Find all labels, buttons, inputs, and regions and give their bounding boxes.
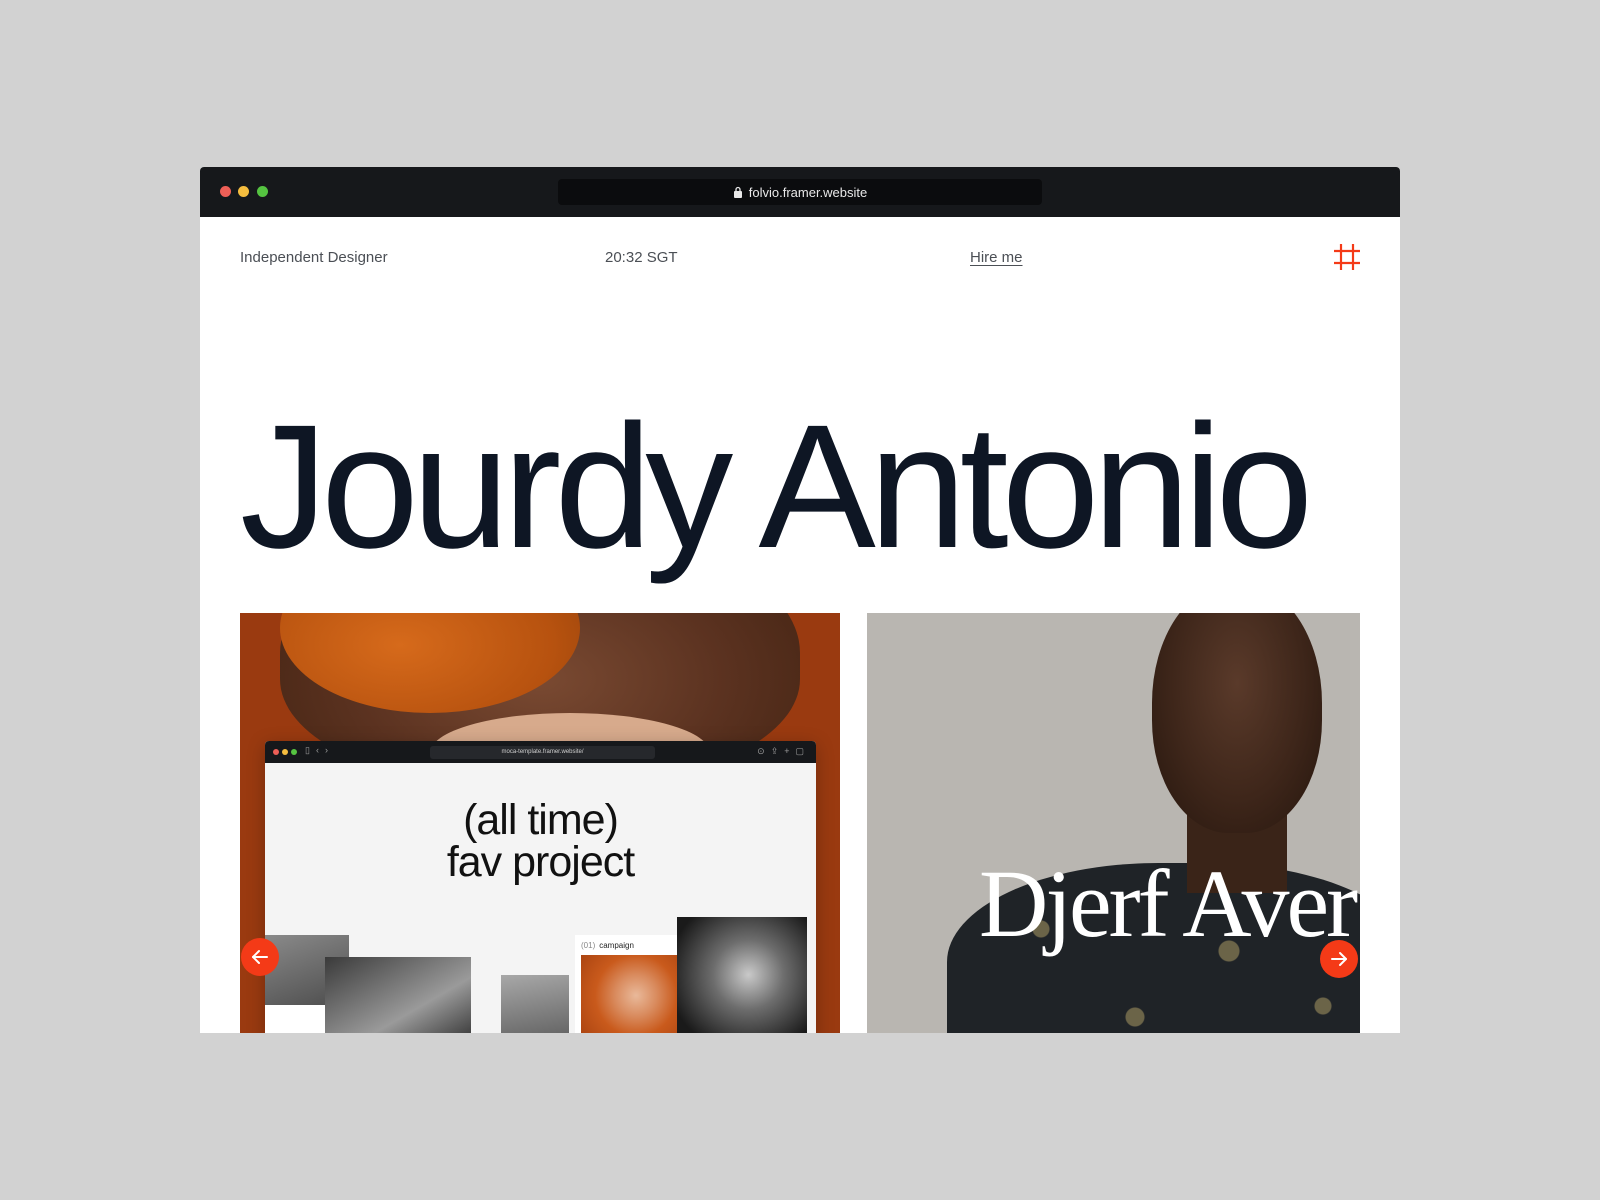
browser-chrome: folvio.framer.website [200, 167, 1400, 217]
minimize-window-button[interactable] [238, 186, 249, 197]
thumbnail-blank [265, 1005, 325, 1033]
hash-icon[interactable] [1332, 242, 1362, 272]
mockup-headline-line1: (all time) [463, 796, 619, 844]
address-bar[interactable]: folvio.framer.website [558, 179, 1042, 205]
mockup-address-bar: moca-template.framer.website/ [430, 746, 655, 759]
thumbnail-portrait-4 [677, 917, 807, 1033]
mockup-nav-icons: ▯‹› [305, 745, 334, 755]
portrait-head [1152, 613, 1322, 833]
arrow-left-glyph [252, 950, 268, 964]
mockup-toolbar-icons: ⊙⇪+▢ [757, 746, 810, 756]
maximize-window-button[interactable] [257, 186, 268, 197]
mockup-browser: ▯‹› moca-template.framer.website/ ⊙⇪+▢ (… [265, 741, 816, 1033]
mockup-headline: (all time) fav project [265, 796, 816, 886]
hire-me-link[interactable]: Hire me [970, 249, 1023, 266]
address-text: folvio.framer.website [748, 184, 868, 200]
arrow-left-icon[interactable] [241, 938, 279, 976]
project-card-moca[interactable]: ▯‹› moca-template.framer.website/ ⊙⇪+▢ (… [240, 613, 840, 1033]
thumbnail-portrait-2 [325, 957, 471, 1033]
mockup-close-dot [273, 749, 279, 755]
campaign-portrait [581, 955, 691, 1033]
local-time: 20:32 SGT [605, 249, 678, 266]
campaign-number: (01) [581, 941, 596, 950]
arrow-right-icon[interactable] [1320, 940, 1358, 978]
campaign-title: campaign [599, 941, 634, 950]
campaign-label: (01) campaign [581, 941, 634, 950]
role-label: Independent Designer [240, 249, 388, 266]
mockup-minimize-dot [282, 749, 288, 755]
mockup-headline-line2: fav project [446, 838, 635, 886]
close-window-button[interactable] [220, 186, 231, 197]
site-header: Independent Designer 20:32 SGT Hire me [200, 242, 1400, 272]
mockup-maximize-dot [291, 749, 297, 755]
arrow-right-glyph [1331, 952, 1347, 966]
brand-wordmark: Djerf Aver [979, 850, 1358, 957]
project-card-djerf-avenue[interactable]: Djerf Aver [867, 613, 1360, 1033]
browser-window: folvio.framer.website Independent Design… [200, 167, 1400, 1033]
mockup-chrome: ▯‹› moca-template.framer.website/ ⊙⇪+▢ [265, 741, 816, 763]
thumbnail-portrait-3 [501, 975, 569, 1033]
lock-icon [733, 186, 742, 198]
hero-name: Jourdy Antonio [240, 389, 1313, 585]
